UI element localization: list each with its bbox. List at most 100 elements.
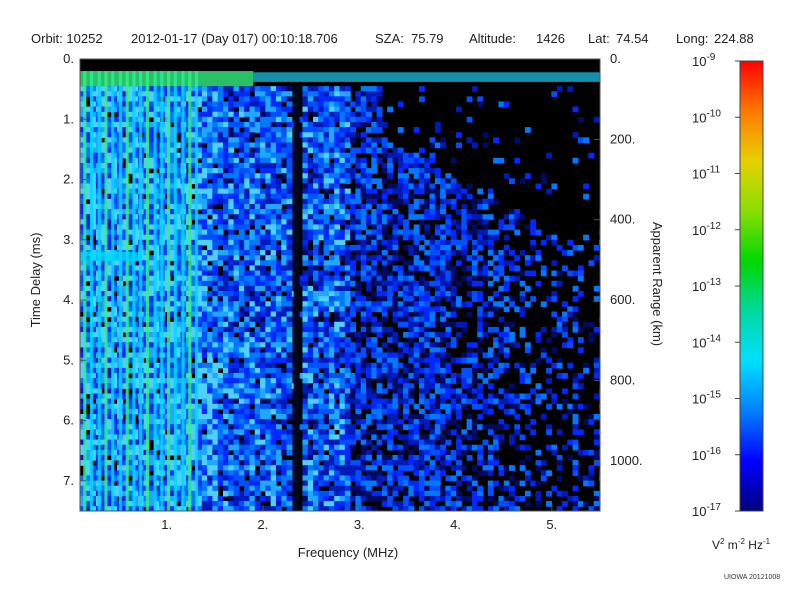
noise-pixel [440,285,447,292]
noise-pixel [403,444,409,451]
noise-pixel [228,116,235,123]
noise-pixel [403,219,409,226]
noise-pixel [286,188,293,195]
noise-pixel [265,229,272,236]
noise-pixel [381,265,388,272]
noise-pixel [334,270,341,277]
noise-pixel [318,193,325,200]
noise-pixel [360,311,367,318]
noise-pixel [270,255,277,261]
noise-pixel [286,260,293,267]
noise-pixel [434,127,441,133]
noise-pixel [228,321,235,328]
noise-pixel [434,434,441,441]
noise-pixel [223,326,229,333]
noise-pixel [418,398,425,405]
noise-pixel [212,444,219,451]
noise-pixel [350,378,357,384]
noise-pixel [238,203,245,210]
noise-pixel [302,419,309,425]
noise-pixel [434,168,441,174]
noise-pixel [376,193,383,200]
noise-pixel [270,342,277,348]
noise-pixel [440,239,447,246]
noise-pixel [307,357,314,364]
noise-pixel [238,419,245,425]
noise-pixel [313,367,319,374]
noise-pixel [328,260,335,267]
noise-pixel [381,490,388,497]
noise-pixel [387,383,394,389]
noise-pixel [450,378,457,384]
noise-pixel [265,188,272,195]
noise-pixel [281,301,288,307]
noise-pixel [408,301,415,307]
noise-pixel [307,419,314,425]
noise-pixel [233,367,240,374]
noise-pixel [260,275,266,282]
noise-pixel [270,321,277,328]
noise-pixel [233,408,240,415]
noise-pixel [328,106,335,113]
noise-pixel [270,147,277,154]
noise-pixel [212,116,219,123]
noise-pixel [281,316,288,323]
noise-pixel [212,250,219,256]
noise-pixel [440,465,447,471]
noise-pixel [392,372,399,379]
noise-pixel [275,408,282,415]
noise-pixel [260,424,266,430]
noise-pixel [302,234,309,241]
noise-pixel [456,398,462,405]
noise-pixel [207,168,214,174]
noise-pixel [275,142,282,149]
noise-pixel [339,157,346,164]
noise-pixel [450,275,457,282]
noise-pixel [244,393,251,400]
noise-pixel [334,337,341,343]
noise-pixel [381,403,388,410]
noise-pixel [270,168,277,174]
noise-pixel [201,116,208,123]
noise-pixel [350,460,357,466]
noise-pixel [270,219,277,226]
noise-pixel [270,357,277,364]
noise-pixel [424,285,431,292]
noise-pixel [275,275,282,282]
noise-pixel [254,429,261,436]
noise-pixel [424,495,431,502]
noise-pixel [212,398,219,405]
noise-pixel [429,250,436,256]
noise-pixel [334,311,341,318]
noise-pixel [207,475,214,482]
noise-pixel [270,162,277,169]
noise-pixel [281,234,288,241]
noise-pixel [456,224,462,231]
noise-pixel [440,316,447,323]
noise-pixel [445,250,452,256]
noise-pixel [344,173,351,179]
noise-pixel [244,337,251,343]
noise-pixel [387,244,394,251]
noise-pixel [450,388,457,395]
noise-pixel [381,454,388,461]
noise-pixel [265,244,272,251]
noise-pixel [392,183,399,190]
noise-pixel [355,388,362,395]
noise-pixel [217,111,224,118]
noise-pixel [249,388,256,395]
noise-pixel [270,142,277,149]
noise-pixel [217,142,224,149]
noise-pixel [440,234,447,241]
noise-pixel [212,193,219,200]
noise-pixel [366,229,372,236]
noise-pixel [344,255,351,261]
noise-pixel [381,301,388,307]
noise-pixel [254,408,261,415]
noise-pixel [403,378,409,384]
noise-pixel [212,173,219,179]
noise-pixel [307,326,314,333]
noise-pixel [275,337,282,343]
noise-pixel [413,291,420,297]
noise-pixel [376,250,383,256]
